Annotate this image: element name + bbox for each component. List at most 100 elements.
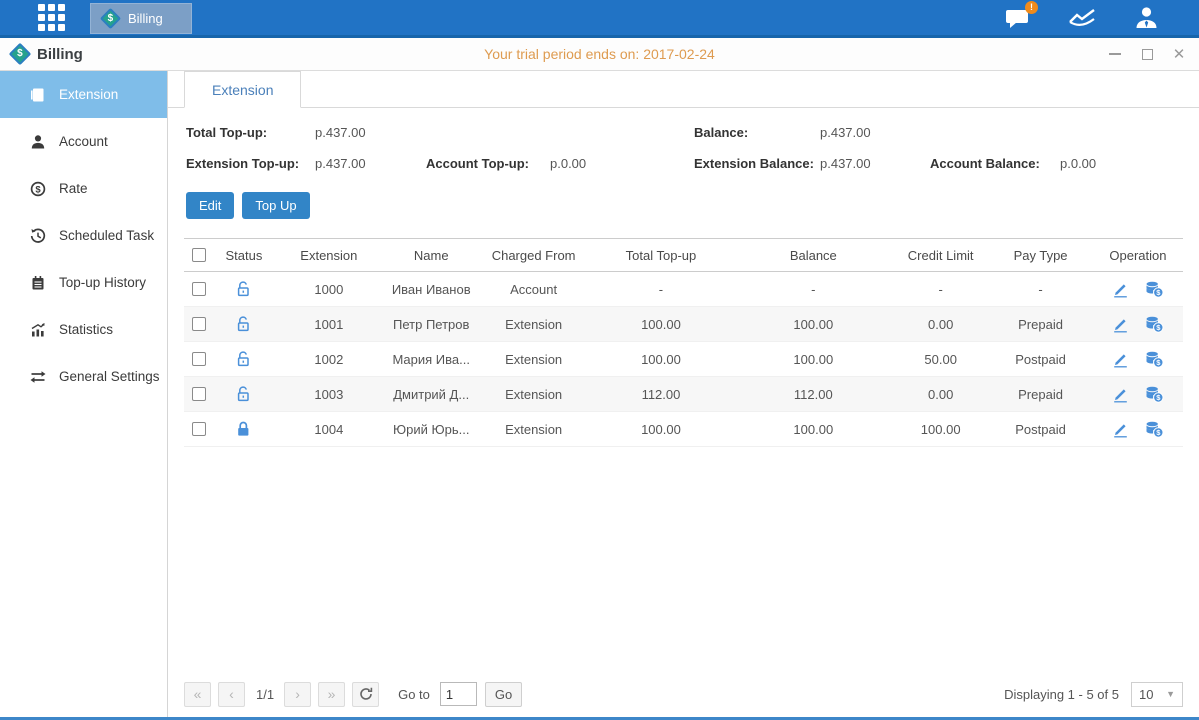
sidebar-item-scheduled-task[interactable]: Scheduled Task — [0, 212, 167, 259]
billing-app-window: $ Billing ! — [0, 0, 1199, 720]
row-edit-button[interactable] — [1112, 351, 1129, 368]
page-size-select[interactable]: 10 ▼ — [1131, 682, 1183, 707]
name-cell: Дмитрий Д... — [384, 387, 479, 402]
billing-app-tab[interactable]: $ Billing — [90, 3, 192, 34]
sidebar-item-account[interactable]: Account — [0, 118, 167, 165]
user-account-icon[interactable] — [1134, 6, 1159, 29]
notification-badge: ! — [1025, 1, 1038, 14]
select-all-checkbox[interactable] — [192, 248, 206, 262]
extension-cell: 1003 — [274, 387, 384, 402]
table-row[interactable]: 1004Юрий Юрь...Extension100.00100.00100.… — [184, 412, 1183, 447]
statistics-icon — [30, 322, 46, 338]
row-checkbox[interactable] — [192, 387, 206, 401]
pay-type-cell: Prepaid — [988, 317, 1093, 332]
sidebar-item-label: Extension — [59, 87, 118, 102]
next-page-button[interactable]: › — [284, 682, 311, 707]
general-settings-icon — [30, 369, 46, 385]
balance-cell: - — [733, 282, 893, 297]
topup-history-icon — [30, 275, 46, 291]
goto-page-input[interactable] — [440, 682, 477, 706]
extensions-table: Status Extension Name Charged From Total… — [184, 238, 1183, 447]
row-checkbox[interactable] — [192, 317, 206, 331]
credit-limit-cell: 0.00 — [893, 387, 988, 402]
sidebar-item-topup-history[interactable]: Top-up History — [0, 259, 167, 306]
total-topup-cell: 100.00 — [589, 317, 734, 332]
column-header-operation: Operation — [1093, 248, 1183, 263]
status-cell — [214, 315, 274, 333]
row-checkbox[interactable] — [192, 282, 206, 296]
row-top-up-button[interactable]: $ — [1145, 281, 1164, 298]
table-row[interactable]: 1000Иван ИвановAccount---- $ — [184, 272, 1183, 307]
total-topup-cell: 100.00 — [589, 352, 734, 367]
row-edit-button[interactable] — [1112, 386, 1129, 403]
total-topup-cell: - — [589, 282, 734, 297]
sidebar-item-statistics[interactable]: Statistics — [0, 306, 167, 353]
charged-from-cell: Extension — [479, 422, 589, 437]
row-edit-button[interactable] — [1112, 281, 1129, 298]
operation-cell: $ — [1093, 316, 1183, 333]
status-cell — [214, 350, 274, 368]
row-edit-button[interactable] — [1112, 316, 1129, 333]
window-header: $ Billing Your trial period ends on: 201… — [0, 38, 1199, 71]
balance-cell: 100.00 — [733, 317, 893, 332]
trial-notice: Your trial period ends on: 2017-02-24 — [0, 46, 1199, 62]
main-content: Extension Total Top-up: p.437.00 Balance… — [168, 71, 1199, 720]
balance-cell: 112.00 — [733, 387, 893, 402]
top-up-button[interactable]: Top Up — [242, 192, 309, 219]
row-top-up-button[interactable]: $ — [1145, 386, 1164, 403]
column-header-balance: Balance — [733, 248, 893, 263]
lock-open-icon — [235, 315, 252, 333]
pay-type-cell: - — [988, 282, 1093, 297]
row-top-up-button[interactable]: $ — [1145, 316, 1164, 333]
sidebar-item-general-settings[interactable]: General Settings — [0, 353, 167, 400]
extension-cell: 1004 — [274, 422, 384, 437]
top-up-icon: $ — [1145, 351, 1164, 368]
column-header-status: Status — [214, 248, 274, 263]
tab-extension[interactable]: Extension — [184, 71, 301, 108]
messages-icon[interactable]: ! — [1005, 7, 1030, 29]
row-checkbox[interactable] — [192, 422, 206, 436]
operation-cell: $ — [1093, 386, 1183, 403]
refresh-button[interactable] — [352, 682, 379, 707]
first-page-button[interactable]: « — [184, 682, 211, 707]
close-button[interactable]: ✕ — [1171, 46, 1187, 62]
top-bar: $ Billing ! — [0, 0, 1199, 38]
account-topup-label: Account Top-up: — [426, 156, 550, 171]
scheduled-task-icon — [30, 228, 46, 244]
edit-button[interactable]: Edit — [186, 192, 234, 219]
row-checkbox[interactable] — [192, 352, 206, 366]
extension-topup-label: Extension Top-up: — [186, 156, 315, 171]
go-button[interactable]: Go — [485, 682, 522, 707]
minimize-button[interactable] — [1107, 46, 1123, 62]
row-edit-button[interactable] — [1112, 421, 1129, 438]
billing-tab-label: Billing — [128, 11, 163, 26]
prev-page-button[interactable]: ‹ — [218, 682, 245, 707]
operation-cell: $ — [1093, 351, 1183, 368]
maximize-button[interactable] — [1139, 46, 1155, 62]
table-row[interactable]: 1002Мария Ива...Extension100.00100.0050.… — [184, 342, 1183, 377]
row-top-up-button[interactable]: $ — [1145, 351, 1164, 368]
sidebar-item-rate[interactable]: $ Rate — [0, 165, 167, 212]
sidebar-item-extension[interactable]: Extension — [0, 71, 167, 118]
edit-icon — [1112, 351, 1129, 368]
pay-type-cell: Postpaid — [988, 352, 1093, 367]
billing-diamond-icon: $ — [100, 8, 121, 29]
app-launcher-icon[interactable] — [38, 4, 66, 32]
sidebar-item-label: General Settings — [59, 369, 160, 384]
balance-cell: 100.00 — [733, 352, 893, 367]
total-topup-cell: 112.00 — [589, 387, 734, 402]
status-cell — [214, 280, 274, 298]
page-size-value: 10 — [1139, 687, 1153, 702]
column-header-extension: Extension — [274, 248, 384, 263]
account-balance-value: p.0.00 — [1060, 156, 1199, 171]
last-page-button[interactable]: » — [318, 682, 345, 707]
balance-label: Balance: — [694, 125, 820, 140]
top-up-icon: $ — [1145, 281, 1164, 298]
statistics-chart-icon[interactable] — [1068, 8, 1096, 28]
displaying-text: Displaying 1 - 5 of 5 — [1004, 687, 1119, 702]
row-top-up-button[interactable]: $ — [1145, 421, 1164, 438]
table-row[interactable]: 1003Дмитрий Д...Extension112.00112.000.0… — [184, 377, 1183, 412]
name-cell: Юрий Юрь... — [384, 422, 479, 437]
table-row[interactable]: 1001Петр ПетровExtension100.00100.000.00… — [184, 307, 1183, 342]
extension-icon — [30, 87, 46, 103]
